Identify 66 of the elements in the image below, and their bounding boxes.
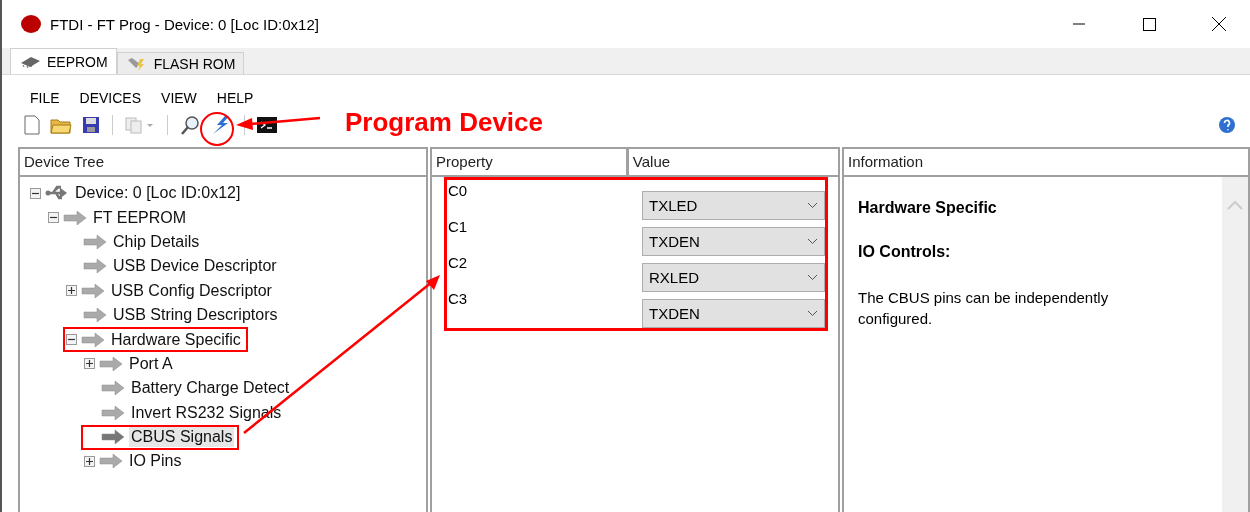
arrow-icon [81, 332, 105, 347]
menu-item[interactable]: FILE [20, 87, 70, 109]
tab[interactable]: FLASH ROM [116, 52, 245, 74]
annotation-label: Program Device [345, 106, 543, 138]
search-icon[interactable] [180, 114, 200, 136]
arrow-icon [101, 405, 125, 420]
tree-item[interactable]: Device: 0 [Loc ID:0x12] [73, 183, 243, 204]
plus-icon [86, 458, 93, 465]
property-name: C3 [447, 290, 469, 307]
value-dropdown[interactable]: TXLED [642, 191, 825, 220]
info-heading: Hardware Specific [858, 199, 998, 217]
help-icon[interactable] [1218, 114, 1236, 136]
arrow-icon [63, 210, 87, 225]
tree-item[interactable]: Battery Charge Detect [129, 378, 292, 399]
close-icon [1212, 17, 1226, 31]
chip-icon [19, 55, 41, 68]
tab[interactable]: EEPROM [10, 48, 117, 74]
collapse-button[interactable] [30, 187, 41, 199]
plus-icon [68, 287, 75, 295]
window-title: FTDI - FT Prog - Device: 0 [Loc ID:0x12] [50, 15, 320, 33]
app-icon [20, 14, 42, 34]
column-header: Property [432, 149, 629, 175]
info-subheading: IO Controls: [858, 243, 952, 261]
save-icon[interactable] [82, 114, 100, 136]
tree-item[interactable]: USB Config Descriptor [109, 280, 274, 301]
property-name: C0 [447, 182, 469, 199]
property-name: C1 [447, 218, 469, 235]
chevron-down-icon [807, 238, 818, 245]
tree-item[interactable]: IO Pins [127, 451, 184, 472]
chevron-down-icon [807, 274, 818, 281]
property-name: C2 [447, 254, 469, 271]
value-dropdown[interactable]: TXDEN [642, 299, 825, 328]
arrow-icon [81, 283, 105, 298]
arrow-icon [99, 356, 123, 371]
expand-button[interactable] [84, 358, 95, 370]
arrow-icon [83, 259, 107, 274]
menu-item[interactable]: DEVICES [69, 87, 152, 109]
maximize-icon [1142, 17, 1156, 31]
tree-item[interactable]: CBUS Signals [129, 427, 235, 448]
chevron-down-icon [807, 310, 818, 317]
tree-item[interactable]: Hardware Specific [109, 329, 243, 350]
tree-item[interactable]: FT EEPROM [91, 207, 189, 228]
panel-header: Device Tree [23, 152, 106, 172]
value-dropdown[interactable]: TXDEN [642, 227, 825, 256]
menu-item[interactable]: HELP [206, 87, 264, 109]
arrow-icon [83, 308, 107, 323]
panel-header: Information [847, 152, 925, 172]
highlight-circle [200, 112, 234, 146]
chevron-down-icon [807, 202, 818, 209]
collapse-button[interactable] [66, 334, 77, 346]
column-header: Value [631, 152, 672, 172]
arrow-icon [99, 454, 123, 469]
arrow-icon [101, 381, 125, 396]
value-dropdown[interactable]: RXLED [642, 263, 825, 292]
arrow-icon [83, 234, 107, 249]
expand-button[interactable] [66, 285, 77, 297]
collapse-button[interactable] [48, 212, 59, 224]
tree-item[interactable]: Port A [127, 353, 175, 374]
plus-icon [86, 360, 93, 368]
tree-item[interactable]: Chip Details [111, 231, 202, 252]
expand-button[interactable] [84, 456, 95, 467]
arrow-icon [101, 430, 125, 445]
tree-item[interactable]: USB String Descriptors [111, 305, 280, 326]
info-text: The CBUS pins can be independently configured. [858, 288, 1110, 329]
tree-item[interactable]: USB Device Descriptor [111, 256, 279, 277]
menu-item[interactable]: VIEW [151, 87, 207, 109]
